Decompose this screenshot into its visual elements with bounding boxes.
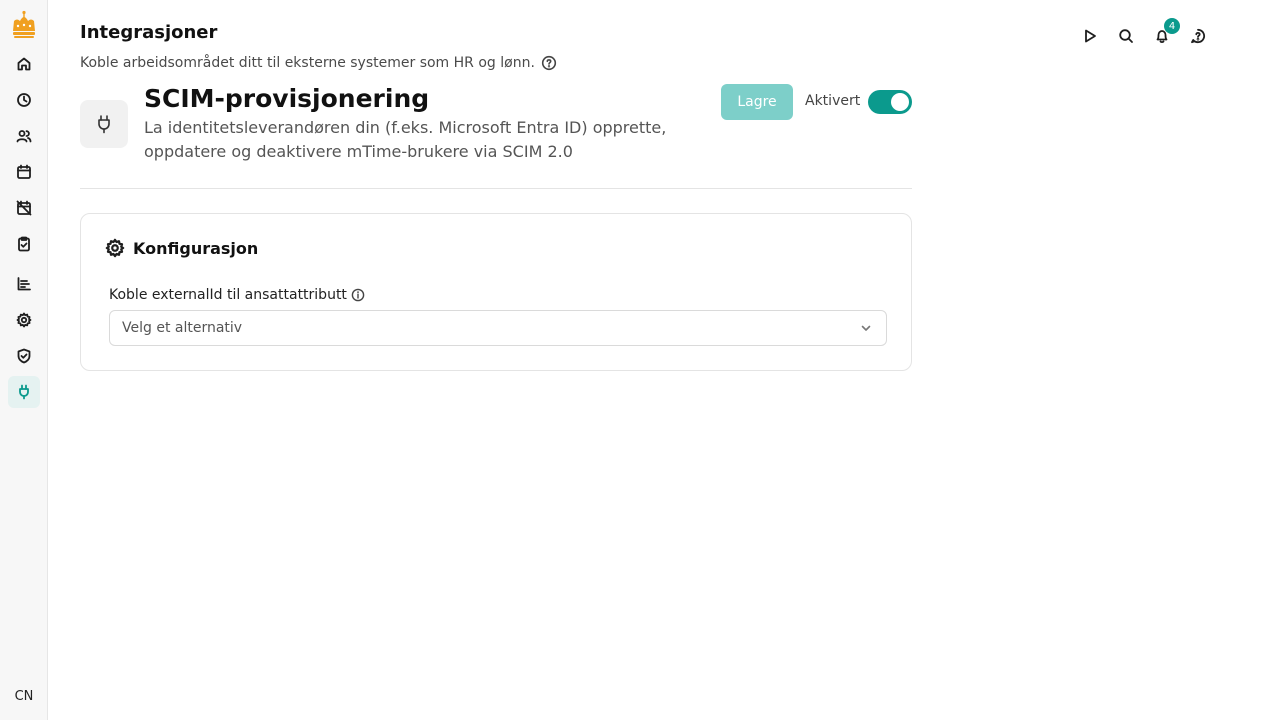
- divider: [80, 188, 912, 189]
- notification-badge: 4: [1164, 18, 1180, 34]
- plug-icon: [19, 384, 29, 400]
- field-label-text: Koble externalId til ansattattributt: [109, 287, 347, 303]
- nav-approvals[interactable]: [8, 228, 40, 260]
- play-button[interactable]: [1078, 24, 1102, 48]
- help-circle-icon[interactable]: [541, 55, 557, 71]
- play-icon: [1085, 29, 1096, 43]
- bar-chart-icon: [17, 277, 31, 291]
- plug-icon: [98, 115, 110, 134]
- integration-description: La identitetsleverandøren din (f.eks. Mi…: [144, 118, 667, 161]
- nav-time[interactable]: [8, 84, 40, 116]
- nav-integrations[interactable]: [8, 376, 40, 408]
- toggle-knob: [891, 93, 909, 111]
- card-header: Konfigurasjon: [105, 238, 258, 258]
- gear-icon: [105, 238, 125, 258]
- shield-check-icon: [17, 348, 31, 364]
- configuration-card: Konfigurasjon Koble externalId til ansat…: [80, 213, 912, 371]
- clipboard-check-icon: [18, 236, 30, 252]
- enabled-label: Aktivert: [805, 93, 861, 109]
- enabled-toggle[interactable]: [868, 90, 912, 114]
- avatar-initials: CN: [14, 688, 34, 704]
- nav-absence[interactable]: [8, 192, 40, 224]
- nav-users[interactable]: [8, 120, 40, 152]
- info-icon[interactable]: [351, 288, 365, 302]
- users-icon: [16, 130, 32, 143]
- notifications-button[interactable]: 4: [1150, 18, 1180, 48]
- calendar-icon: [17, 164, 31, 179]
- crown-logo[interactable]: [8, 9, 40, 41]
- integration-title: SCIM-provisjonering: [144, 84, 430, 113]
- nav-reports[interactable]: [8, 268, 40, 300]
- nav-home[interactable]: [8, 48, 40, 80]
- home-icon: [17, 57, 31, 71]
- nav-security[interactable]: [8, 340, 40, 372]
- card-title: Konfigurasjon: [133, 238, 259, 258]
- clock-icon: [17, 93, 31, 107]
- chevron-down-icon: [860, 322, 872, 334]
- gear-icon: [16, 312, 32, 328]
- page-subtitle: Koble arbeidsområdet ditt til eksterne s…: [80, 55, 557, 71]
- avatar[interactable]: CN: [8, 680, 40, 712]
- topbar-actions: 4: [1078, 18, 1222, 48]
- nav-calendar[interactable]: [8, 156, 40, 188]
- integration-icon-tile: [80, 100, 128, 148]
- save-button[interactable]: Lagre: [721, 84, 793, 120]
- nav-settings[interactable]: [8, 304, 40, 336]
- page-subtitle-text: Koble arbeidsområdet ditt til eksterne s…: [80, 55, 535, 71]
- search-button[interactable]: [1114, 24, 1138, 48]
- select-placeholder: Velg et alternativ: [122, 320, 243, 336]
- page-title: Integrasjoner: [80, 22, 218, 43]
- field-label: Koble externalId til ansattattributt: [109, 287, 365, 303]
- help-chat-icon: [1191, 28, 1206, 44]
- help-button[interactable]: [1186, 24, 1210, 48]
- calendar-off-icon: [16, 200, 32, 216]
- search-icon: [1119, 29, 1133, 43]
- sidebar: CN: [0, 0, 48, 720]
- attribute-select[interactable]: Velg et alternativ: [109, 310, 887, 346]
